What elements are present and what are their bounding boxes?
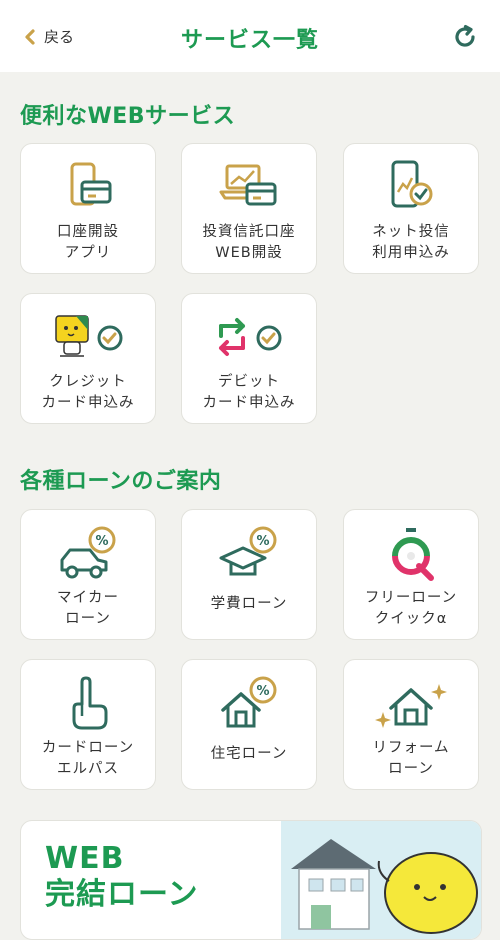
app-header: 戻る サービス一覧 [0,0,500,72]
card-car-loan[interactable]: % マイカー ローン [20,509,156,640]
svg-text:%: % [95,534,108,549]
card-label: フリーローン クイックα [364,590,458,627]
card-account-app[interactable]: 口座開設 アプリ [20,143,156,274]
quick-q-icon [344,526,478,582]
card-label: カードローン エルパス [41,740,135,777]
house-percent-icon: % [182,676,316,732]
graduation-cap-percent-icon: % [182,526,316,582]
phone-chart-check-icon [344,160,478,216]
svg-text:%: % [256,684,269,699]
refresh-button[interactable] [450,22,480,56]
phone-card-icon [21,160,155,216]
card-label: クレジット カード申込み [41,374,135,411]
web-loan-banner[interactable]: WEB 完結ローン [20,820,482,940]
house-sparkle-icon [344,676,478,732]
mascot-card-check-icon [21,310,155,366]
card-label: ネット投信 利用申込み [372,224,450,261]
card-housing-loan[interactable]: % 住宅ローン [181,659,317,790]
card-net-investment[interactable]: ネット投信 利用申込み [343,143,479,274]
card-label: 住宅ローン [210,746,288,762]
card-credit-card[interactable]: クレジット カード申込み [20,293,156,424]
card-label: マイカー ローン [57,590,119,627]
card-label: 口座開設 アプリ [57,224,119,261]
refresh-icon [450,24,480,56]
svg-text:%: % [256,534,269,549]
card-education-loan[interactable]: % 学費ローン [181,509,317,640]
card-debit-card[interactable]: デビット カード申込み [181,293,317,424]
hand-gesture-icon [21,676,155,732]
card-investment-trust[interactable]: 投資信託口座 WEB開設 [181,143,317,274]
page-title: サービス一覧 [180,28,319,53]
card-label: 投資信託口座 WEB開設 [202,224,296,261]
debit-swap-check-icon [182,310,316,366]
card-reform-loan[interactable]: リフォーム ローン [343,659,479,790]
section-title-web-services: 便利なWEBサービス [20,104,236,129]
laptop-card-icon [182,160,316,216]
car-percent-icon: % [21,526,155,582]
card-label: デビット カード申込み [202,374,296,411]
card-free-loan-quick[interactable]: フリーローン クイックα [343,509,479,640]
card-card-loan-elpas[interactable]: カードローン エルパス [20,659,156,790]
card-label: 学費ローン [210,596,288,612]
banner-text: WEB 完結ローン [45,841,199,912]
banner-illustration [281,821,481,939]
card-label: リフォーム ローン [372,740,450,777]
section-title-loans: 各種ローンのご案内 [20,469,222,494]
